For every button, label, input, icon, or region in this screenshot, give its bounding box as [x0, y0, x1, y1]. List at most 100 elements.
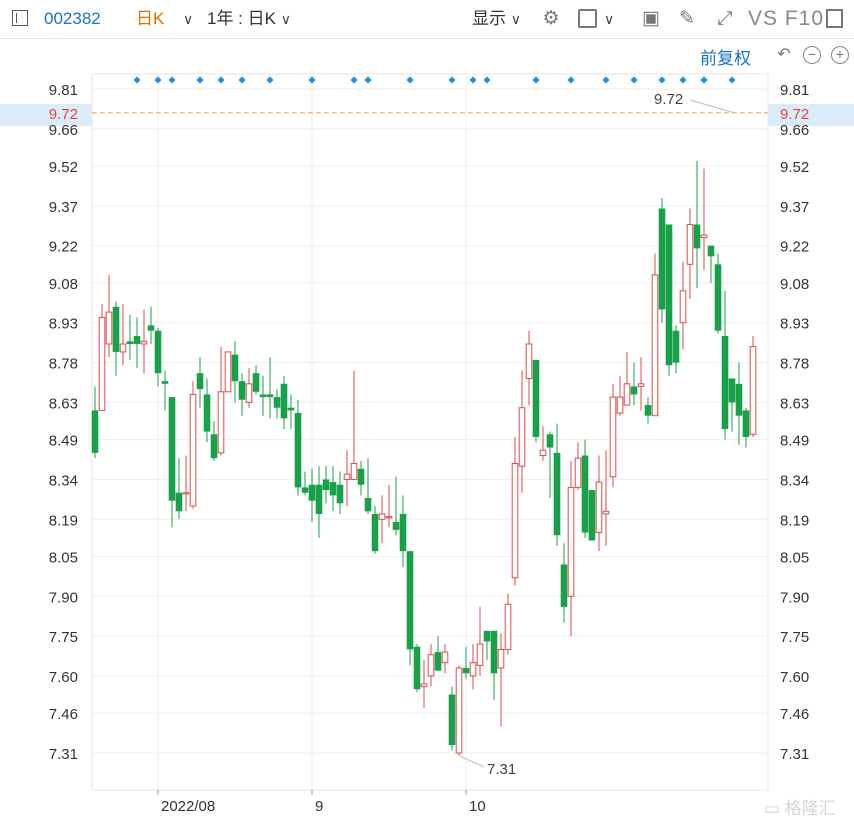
y-tick-label-right: 9.52: [780, 159, 809, 176]
candle-body-down: [434, 652, 442, 671]
fullscreen-icon[interactable]: ⤢: [713, 8, 737, 30]
candlestick-chart[interactable]: 9.81 9.819.72 9.729.66 9.669.52 9.529.37 9.37…: [0, 0, 854, 824]
panel-icon[interactable]: [826, 9, 843, 28]
y-tick-label-left: 8.63: [49, 395, 78, 412]
y-tick-label-left: 7.31: [49, 746, 78, 763]
candle-body-down: [329, 482, 337, 496]
max-label-leader: [689, 99, 736, 114]
y-tick-label-left: 8.78: [49, 356, 78, 373]
candle-body-up: [616, 396, 624, 414]
event-marker: [658, 76, 666, 84]
event-marker: [168, 76, 176, 84]
y-tick-label-left: 7.46: [49, 706, 78, 723]
chevron-down-icon[interactable]: ∨: [604, 0, 614, 38]
y-tick-label-left: 9.22: [49, 239, 78, 256]
range-selector[interactable]: 1年 : 日K ∨: [207, 0, 291, 38]
event-marker: [567, 76, 575, 84]
candle-body-down: [392, 521, 400, 530]
candle-body-down: [126, 341, 134, 344]
y-tick-label-left: 9.72: [49, 106, 78, 123]
candle-body-down: [630, 386, 638, 395]
y-tick-label-right: 9.81: [780, 82, 809, 99]
candle-body-down: [483, 630, 491, 642]
candle-body-down: [364, 498, 372, 512]
candle-body-down: [336, 484, 344, 504]
zoom-in-icon[interactable]: +: [831, 46, 849, 64]
candle-body-up: [574, 457, 582, 488]
candle-body-up: [700, 234, 708, 239]
vs-f10-button[interactable]: VS F10: [748, 0, 824, 38]
candle-body-down: [280, 383, 288, 419]
event-marker: [630, 76, 638, 84]
stock-code[interactable]: 002382: [44, 0, 101, 38]
event-marker: [196, 76, 204, 84]
event-marker: [532, 76, 540, 84]
candle-body-down: [210, 434, 218, 459]
candle-body-up: [595, 481, 603, 534]
candle-body-down: [196, 373, 204, 390]
display-menu[interactable]: 显示 ∨: [472, 0, 521, 38]
y-tick-label-left: 8.05: [49, 549, 78, 566]
candle-body-down: [357, 468, 365, 485]
y-tick-label-left: 8.19: [49, 512, 78, 529]
x-tick-label: 2022/08: [161, 798, 215, 815]
event-marker: [238, 76, 246, 84]
y-tick-label-right: 8.78: [780, 356, 809, 373]
event-marker: [350, 76, 358, 84]
camera-icon[interactable]: ▣: [639, 8, 663, 30]
candle-body-down: [462, 668, 470, 674]
event-marker: [308, 76, 316, 84]
range-label: 1年 : 日K: [207, 9, 276, 28]
sidebar-toggle-icon[interactable]: [12, 10, 28, 26]
candle-body-up: [98, 316, 106, 411]
square-icon[interactable]: [578, 9, 597, 28]
candle-body-up: [105, 311, 113, 345]
chevron-down-icon[interactable]: ∨: [183, 0, 193, 38]
candle-body-down: [252, 373, 260, 392]
candle-body-down: [238, 381, 246, 400]
candle-body-up: [343, 473, 351, 480]
y-tick-label-left: 9.08: [49, 276, 78, 293]
y-tick-label-right: 9.66: [780, 122, 809, 139]
toolbar: 002382 日K ∨ 1年 : 日K ∨ 显示 ∨ ⚙ ∨ ▣ ✎ ⤢ VS …: [0, 0, 854, 39]
candle-body-up: [539, 449, 547, 457]
candle-body-down: [315, 484, 323, 514]
candle-body-down: [665, 224, 673, 366]
candle-body-down: [658, 208, 666, 310]
pencil-icon[interactable]: ✎: [676, 8, 698, 30]
y-tick-label-right: 8.19: [780, 512, 809, 529]
x-tick-label: 9: [315, 798, 323, 815]
candle-body-up: [567, 486, 575, 597]
y-tick-label-left: 8.93: [49, 316, 78, 333]
undo-icon[interactable]: ↶: [775, 46, 793, 64]
candle-body-down: [287, 407, 295, 411]
adjust-mode-button[interactable]: 前复权: [700, 44, 751, 69]
event-marker: [154, 76, 162, 84]
plot-border: [91, 73, 769, 791]
candle-body-up: [679, 290, 687, 324]
candle-body-up: [441, 651, 449, 664]
current-price-band-right: [768, 104, 854, 126]
candle-body-down: [553, 452, 561, 536]
event-marker: [448, 76, 456, 84]
candle-body-up: [427, 654, 435, 677]
candle-body-up: [637, 383, 645, 387]
y-tick-label-left: 9.52: [49, 159, 78, 176]
watermark-logo: ▭ 格隆汇: [764, 799, 836, 818]
event-marker: [700, 76, 708, 84]
x-tick-label: 10: [469, 798, 486, 815]
candle-body-down: [448, 694, 456, 746]
y-tick-label-right: 8.49: [780, 433, 809, 450]
candle-body-down: [147, 325, 155, 331]
period-selector[interactable]: 日K: [136, 0, 164, 38]
candle-body-down: [322, 479, 330, 491]
candle-body-down: [546, 434, 554, 448]
candle-body-down: [721, 336, 729, 429]
y-tick-label-right: 8.34: [780, 472, 809, 489]
y-tick-label-right: 9.37: [780, 199, 809, 216]
candle-body-down: [175, 492, 183, 512]
y-tick-label-right: 7.46: [780, 706, 809, 723]
zoom-out-icon[interactable]: −: [803, 46, 821, 64]
gear-icon[interactable]: ⚙: [540, 8, 562, 30]
candle-body-down: [406, 551, 414, 650]
